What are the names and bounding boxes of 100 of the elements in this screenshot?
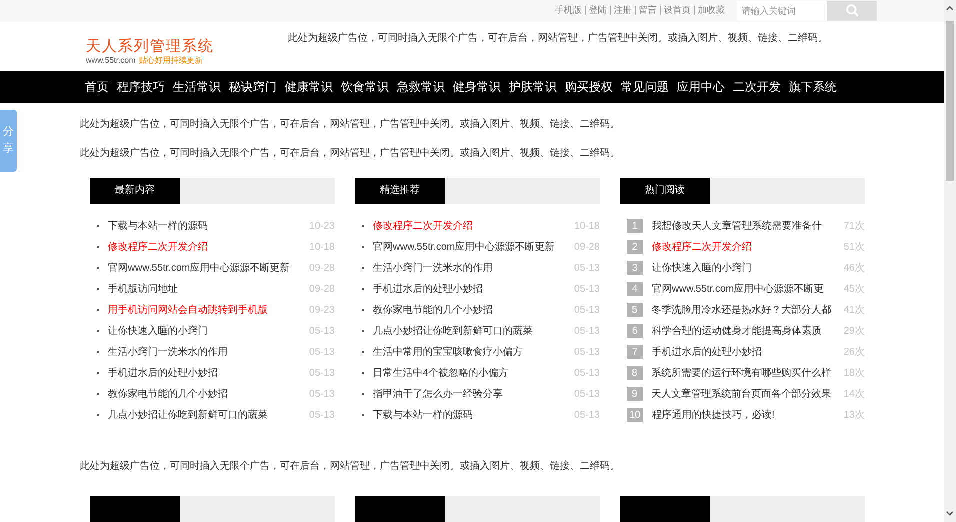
article-date: 05-13 — [573, 346, 600, 360]
article-link[interactable]: 生活中常用的宝宝咳嗽食疗小偏方 — [373, 344, 566, 360]
article-link[interactable]: 几点小妙招让你吃到新鲜可口的蔬菜 — [108, 408, 301, 423]
rank-badge: 10 — [627, 408, 643, 422]
view-count: 18次 — [842, 366, 865, 381]
article-link[interactable]: 修改程序二次开发介绍 — [373, 218, 566, 234]
article-link[interactable]: 用手机访问网站会自动跳转到手机版 — [108, 302, 301, 318]
ad-text: 此处为超级广告位，可同时插入无限个广告，可在后台，网站管理，广告管理中关闭。或插入图片、视频、链接、二维码。 — [80, 118, 621, 131]
article-date: 09-28 — [308, 282, 335, 297]
article-link[interactable]: 教你家电节能的几个小妙招 — [108, 386, 301, 402]
article-date: 05-13 — [308, 324, 335, 339]
article-link[interactable]: 程序通用的快捷技巧，必读! — [652, 408, 831, 423]
section-title: 精选推荐 — [355, 178, 445, 204]
article-link[interactable]: 指甲油干了怎么办一经验分享 — [373, 386, 566, 402]
article-link[interactable]: 教你家电节能的几个小妙招 — [373, 302, 566, 318]
search-button[interactable] — [827, 0, 877, 21]
ad-text: 此处为超级广告位，可同时插入无限个广告，可在后台，网站管理，广告管理中关闭。或插入图片、视频、链接、二维码。 — [80, 146, 621, 160]
view-count: 29次 — [842, 324, 865, 339]
scroll-thumb[interactable] — [946, 21, 954, 181]
nav-link[interactable]: 健康常识 — [285, 78, 333, 96]
article-date: 10-18 — [573, 220, 600, 234]
nav-link[interactable]: 生活常识 — [173, 78, 221, 96]
rank-badge: 6 — [627, 324, 643, 338]
article-link[interactable]: 让你快速入睡的小窍门 — [652, 260, 831, 276]
article-date: 05-13 — [573, 304, 600, 318]
article-link[interactable]: 修改程序二次开发介绍 — [108, 240, 301, 255]
search-icon — [846, 4, 858, 18]
article-link[interactable]: 让你快速入睡的小窍门 — [108, 324, 301, 339]
article-date: 05-13 — [573, 388, 600, 402]
article-link[interactable]: 手机进水后的处理小妙招 — [373, 282, 566, 297]
article-link[interactable]: 冬季洗脸用冷水还是热水好？大部分人都 — [652, 302, 832, 318]
scrollbar[interactable] — [944, 0, 956, 522]
article-link[interactable]: 下载与本站一样的源码 — [373, 408, 566, 423]
article-link[interactable]: 手机进水后的处理小妙招 — [108, 366, 301, 381]
article-link[interactable]: 几点小妙招让你吃到新鲜可口的蔬菜 — [373, 324, 566, 339]
section-title: 热门阅读 — [620, 178, 710, 204]
nav-link[interactable]: 秘诀窍门 — [229, 78, 277, 96]
article-link[interactable]: 我想修改天人文章管理系统需要准备什 — [652, 218, 831, 234]
article-link[interactable]: 下载与本站一样的源码 — [108, 218, 301, 234]
section-title: 最新内容 — [90, 178, 180, 204]
article-date: 05-13 — [308, 408, 335, 423]
rank-badge: 5 — [627, 303, 643, 318]
article-date: 09-28 — [573, 240, 600, 255]
nav-link[interactable]: 健身常识 — [453, 78, 501, 96]
article-date: 10-18 — [308, 240, 335, 255]
article-link[interactable]: 生活小窍门一洗米水的作用 — [108, 344, 301, 360]
article-date: 09-28 — [308, 262, 335, 276]
view-count: 45次 — [842, 282, 865, 297]
article-date: 05-13 — [308, 388, 335, 402]
nav-link[interactable]: 程序技巧 — [117, 78, 165, 96]
nav-link[interactable]: 急救常识 — [397, 78, 445, 96]
nav-link[interactable]: 首页 — [85, 78, 109, 96]
logo-title: 天人系列管理系统 — [86, 38, 215, 55]
scroll-up-icon — [946, 5, 954, 11]
ad-text: 此处为超级广告位，可同时插入无限个广告，可在后台，网站管理，广告管理中关闭。或插入图片、视频、链接、二维码。 — [79, 460, 621, 474]
logo-slogan: 贴心好用持续更新 — [138, 54, 203, 67]
nav-link[interactable]: 饮食常识 — [341, 78, 389, 96]
logo-url: www.55tr.com — [86, 54, 136, 67]
nav-link[interactable]: 应用中心 — [677, 78, 725, 96]
article-date: 05-13 — [573, 282, 600, 297]
view-count: 14次 — [842, 388, 865, 402]
header-ad: 此处为超级广告位，可同时插入无限个广告，可在后台，网站管理，广告管理中关闭。或插入图片、视频、链接、二维码。 — [288, 32, 828, 46]
article-date: 05-13 — [573, 324, 600, 339]
view-count: 46次 — [842, 262, 865, 276]
article-link[interactable]: 天人文章管理系统前台页面各个部分效果 — [652, 386, 832, 402]
article-date: 05-13 — [308, 346, 335, 360]
article-link[interactable]: 科学合理的运动健身才能提高身体素质 — [652, 324, 831, 339]
article-link[interactable]: 生活小窍门一洗米水的作用 — [373, 260, 566, 276]
article-link[interactable]: 日常生活中4个被忽略的小偏方 — [373, 366, 566, 381]
article-link[interactable]: 官网www.55tr.com应用中心源源不断更新 — [108, 260, 301, 276]
view-count: 26次 — [842, 346, 865, 360]
rank-badge: 2 — [627, 240, 643, 254]
article-date: 05-13 — [573, 262, 600, 276]
article-date: 05-13 — [573, 366, 600, 381]
rank-badge: 1 — [627, 219, 643, 234]
article-date: 05-13 — [308, 366, 335, 381]
nav-link[interactable]: 二次开发 — [733, 78, 781, 96]
article-link[interactable]: 系统所需要的运行环境有哪些购买什么样 — [652, 366, 832, 381]
search-field[interactable]: 请输入关键词 — [737, 0, 827, 21]
view-count: 13次 — [842, 408, 865, 423]
rank-badge: 9 — [627, 387, 643, 402]
nav-link[interactable]: 常见问题 — [621, 78, 669, 96]
rank-badge: 8 — [627, 366, 643, 380]
article-link[interactable]: 修改程序二次开发介绍 — [652, 240, 831, 255]
view-count: 41次 — [842, 304, 865, 318]
article-link[interactable]: 手机版访问地址 — [108, 282, 301, 297]
article-date: 05-13 — [573, 408, 600, 423]
nav-link[interactable]: 护肤常识 — [509, 78, 557, 96]
rank-badge: 4 — [627, 282, 643, 296]
article-link[interactable]: 手机进水后的处理小妙招 — [652, 344, 831, 360]
view-count: 71次 — [842, 220, 865, 234]
nav-link[interactable]: 购买授权 — [565, 78, 613, 96]
rank-badge: 3 — [627, 261, 643, 276]
view-count: 51次 — [842, 240, 865, 255]
scroll-down-icon — [946, 511, 954, 517]
rank-badge: 7 — [627, 345, 643, 360]
nav-link[interactable]: 旗下系统 — [789, 78, 837, 96]
article-link[interactable]: 官网www.55tr.com应用中心源源不断更 — [652, 282, 831, 297]
article-date: 09-23 — [308, 304, 335, 318]
article-link[interactable]: 官网www.55tr.com应用中心源源不断更新 — [373, 240, 566, 255]
